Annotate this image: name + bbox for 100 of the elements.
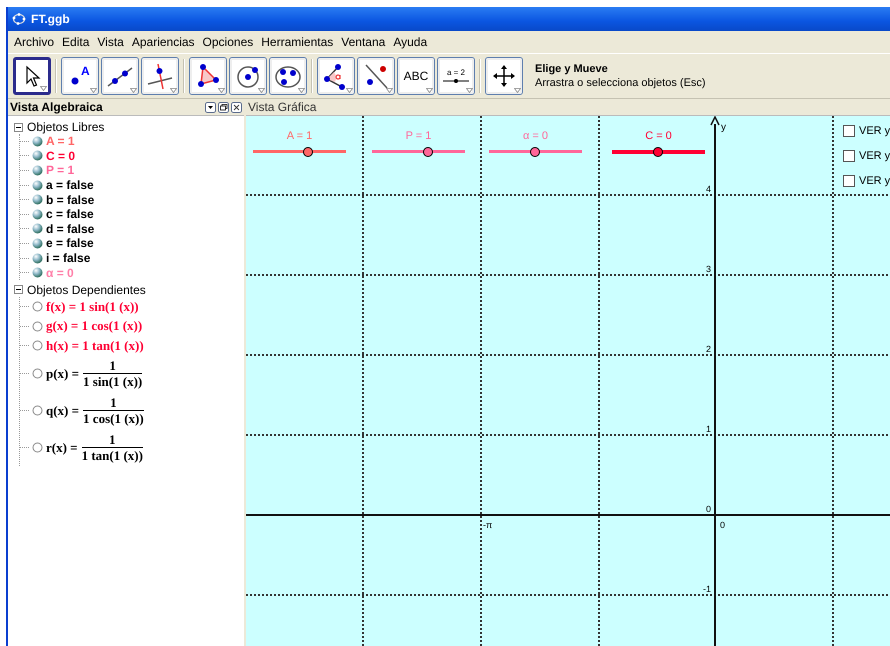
menu-item[interactable]: Herramientas [261, 35, 334, 49]
text-tool-button[interactable]: ABC [397, 57, 435, 95]
slider-icon [442, 76, 470, 84]
function-definition[interactable]: f(x) = 1 sin(1 (x)) [46, 298, 139, 315]
tick-label: 0 [720, 520, 726, 530]
checkbox[interactable] [843, 150, 855, 162]
tick-label: -π [483, 520, 492, 530]
close-icon[interactable] [231, 102, 242, 112]
tick-label: 3 [706, 264, 711, 274]
hidden-object-icon[interactable] [32, 340, 43, 352]
function-definition[interactable]: g(x) = 1 cos(1 (x)) [46, 318, 142, 334]
numerator: 1 [109, 358, 116, 373]
panel-title: Vista Algebraica [10, 100, 103, 114]
menu-item[interactable]: Opciones [202, 35, 254, 49]
hidden-object-icon[interactable] [32, 368, 43, 380]
dropdown-triangle-icon[interactable] [90, 88, 97, 93]
pointer-tool-button[interactable] [13, 57, 51, 95]
tick-label: 1 [706, 424, 711, 434]
object-definition[interactable]: a = false [46, 178, 94, 192]
object-definition[interactable]: i = false [46, 251, 90, 266]
shown-object-icon[interactable] [32, 223, 43, 234]
checkbox[interactable] [843, 175, 855, 187]
dropdown-triangle-icon[interactable] [40, 86, 47, 91]
polygon-tool-button[interactable] [189, 57, 227, 95]
panel-title: Vista Gráfica [248, 100, 316, 114]
shown-object-icon[interactable] [32, 238, 43, 249]
dropdown-triangle-icon[interactable] [466, 88, 473, 93]
move-view-tool-button[interactable] [485, 57, 523, 95]
reflect-tool-button[interactable] [357, 57, 395, 95]
menu-item[interactable]: Archivo [14, 35, 54, 49]
checkbox[interactable] [843, 125, 855, 137]
shown-object-icon[interactable] [32, 150, 43, 162]
checkbox-label[interactable]: VER y [859, 175, 890, 187]
dropdown-triangle-icon[interactable] [426, 88, 433, 93]
slider-label: C = 0 [645, 130, 672, 142]
slider-thumb[interactable] [652, 147, 663, 157]
folder-label[interactable]: Objetos Dependientes [27, 282, 146, 297]
hidden-object-icon[interactable] [32, 301, 43, 312]
dropdown-triangle-icon[interactable] [130, 88, 137, 93]
menu-item[interactable]: Apariencias [132, 35, 195, 49]
object-definition[interactable]: c = false [46, 207, 94, 222]
dropdown-triangle-icon[interactable] [298, 88, 305, 93]
slider-thumb[interactable] [422, 146, 433, 156]
object-definition[interactable]: b = false [46, 192, 94, 207]
dropdown-triangle-icon[interactable] [386, 88, 393, 93]
dropdown-triangle-icon[interactable] [170, 88, 177, 93]
menu-item[interactable]: Ventana [341, 35, 386, 49]
dropdown-icon[interactable] [205, 102, 216, 112]
slider-label: α = 0 [522, 130, 548, 142]
object-definition[interactable]: e = false [46, 236, 94, 250]
axis-label: y [721, 122, 726, 133]
hidden-object-icon[interactable] [32, 405, 43, 416]
point-tool-button[interactable]: A [61, 57, 99, 95]
collapse-icon[interactable] [14, 122, 23, 132]
menu-item[interactable]: Vista [97, 35, 124, 49]
menu-item[interactable]: Ayuda [393, 35, 428, 49]
dropdown-triangle-icon[interactable] [346, 88, 353, 93]
denominator: 1 sin(1 (x)) [83, 372, 142, 390]
function-name[interactable]: q(x) = [46, 402, 80, 419]
function-definition[interactable]: h(x) = 1 tan(1 (x)) [46, 338, 144, 354]
menu-item[interactable]: Edita [62, 35, 90, 49]
line-tool-button[interactable] [101, 57, 139, 95]
perpendicular-lines-icon [146, 62, 174, 90]
dropdown-triangle-icon[interactable] [218, 88, 225, 93]
function-name[interactable]: r(x) = [46, 440, 78, 456]
shown-object-icon[interactable] [32, 164, 43, 176]
collapse-icon[interactable] [14, 285, 23, 294]
dropdown-triangle-icon[interactable] [258, 88, 265, 93]
circle-tool-button[interactable] [229, 57, 267, 95]
slider-track[interactable] [612, 150, 705, 154]
angle-tool-button[interactable] [317, 57, 355, 95]
denominator: 1 cos(1 (x)) [83, 410, 144, 427]
checkbox-label[interactable]: VER y [859, 150, 890, 162]
restore-icon[interactable] [218, 102, 229, 112]
tick-label: -1 [702, 584, 711, 594]
hidden-object-icon[interactable] [32, 442, 43, 454]
graphics-view[interactable]: y 4 3 2 1 0 -1 -π 0 A = 1 P = 1 α = 0 C = 0 VER y VER y VER y [246, 116, 890, 646]
shown-object-icon[interactable] [32, 208, 43, 220]
object-definition[interactable]: d = false [46, 222, 94, 236]
hidden-object-icon[interactable] [32, 320, 43, 332]
tick-label: 4 [706, 184, 711, 194]
function-name[interactable]: p(x) = [46, 366, 80, 382]
slider-label: P = 1 [406, 130, 432, 142]
window-title: FT.ggb [31, 12, 70, 26]
shown-object-icon[interactable] [32, 194, 43, 206]
tick-label: 2 [706, 344, 711, 354]
object-definition[interactable]: C = 0 [46, 148, 76, 163]
slider-tool-button[interactable]: a = 2 [437, 57, 475, 95]
dropdown-triangle-icon[interactable] [514, 88, 521, 93]
shown-object-icon[interactable] [32, 180, 43, 191]
shown-object-icon[interactable] [32, 252, 43, 264]
slider-thumb[interactable] [302, 146, 313, 156]
tool-help-text: Arrastra o selecciona objetos (Esc) [535, 77, 706, 89]
shown-object-icon[interactable] [32, 136, 43, 147]
folder-label[interactable]: Objetos Libres [27, 120, 104, 134]
ellipse-tool-button[interactable] [269, 57, 307, 95]
slider-thumb[interactable] [530, 146, 540, 156]
perpendicular-line-tool-button[interactable] [141, 57, 179, 95]
shown-object-icon[interactable] [32, 267, 43, 278]
checkbox-label[interactable]: VER y [859, 125, 890, 137]
